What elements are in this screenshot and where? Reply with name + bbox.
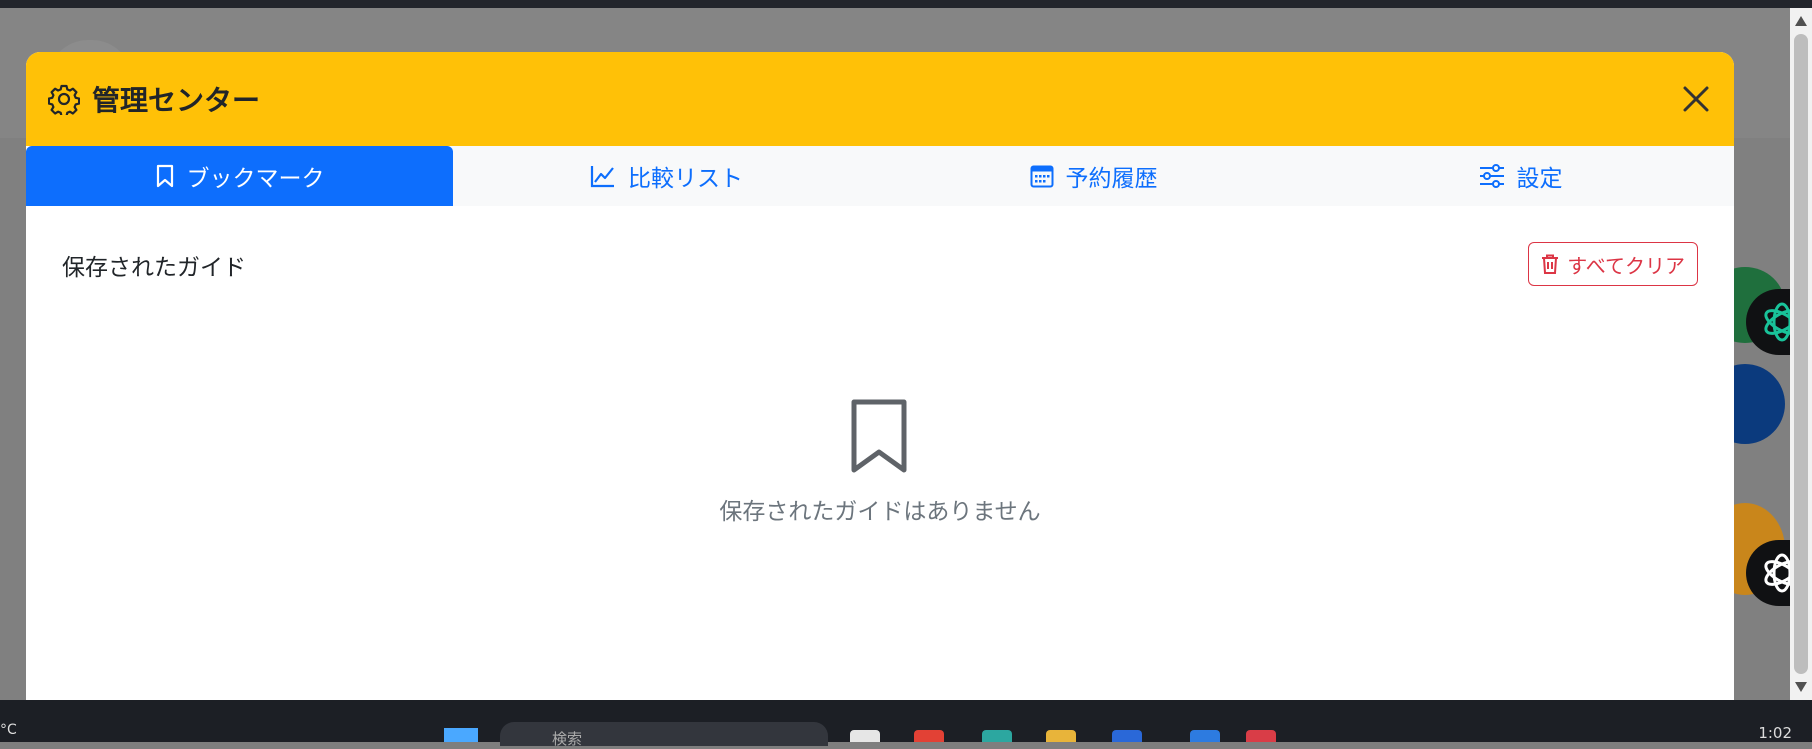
management-center-modal: 管理センター ブックマーク 比較リスト 予約履歴 設定 保存されたガイド すべて… [26, 52, 1734, 712]
tab-label: 比較リスト [628, 166, 743, 192]
section-title: 保存されたガイド [62, 255, 246, 281]
gear-icon [48, 84, 80, 115]
scroll-up-arrow-icon[interactable] [1795, 16, 1807, 26]
taskbar-search-box[interactable]: 検索 [500, 722, 828, 748]
tab-bar: ブックマーク 比較リスト 予約履歴 設定 [26, 146, 1734, 206]
scroll-down-arrow-icon[interactable] [1795, 682, 1807, 692]
bookmark-icon [156, 164, 173, 188]
page-scrollbar[interactable] [1790, 8, 1812, 700]
trash-icon [1542, 254, 1559, 274]
clear-all-label: すべてクリア [1567, 253, 1685, 278]
file-explorer-icon[interactable] [1046, 730, 1076, 742]
bookmarks-panel: 保存されたガイド すべてクリア 保存されたガイドはありません [26, 206, 1734, 712]
tab-label: ブックマーク [186, 166, 325, 192]
sliders-icon [1479, 164, 1504, 188]
close-icon[interactable] [1678, 81, 1714, 117]
taskbar-app-icon[interactable] [850, 730, 880, 742]
taskbar-app-icon[interactable] [1112, 730, 1142, 742]
windows-start-icon[interactable] [444, 728, 478, 742]
browser-top-bar [0, 0, 1812, 8]
taskbar-clock[interactable]: 1:02 [1758, 724, 1792, 742]
tab-settings[interactable]: 設定 [1307, 146, 1734, 206]
windows-taskbar: °C 検索 1:02 [0, 700, 1812, 748]
clear-all-button[interactable]: すべてクリア [1528, 242, 1698, 286]
empty-state-message: 保存されたガイドはありません [719, 499, 1041, 525]
weather-temperature[interactable]: °C [0, 722, 17, 738]
tab-compare-list[interactable]: 比較リスト [453, 146, 880, 206]
edge-icon[interactable] [982, 730, 1012, 742]
scrollbar-thumb[interactable] [1794, 34, 1808, 674]
modal-header: 管理センター [26, 52, 1734, 146]
calendar-icon [1030, 165, 1053, 188]
chart-line-icon [590, 166, 614, 188]
taskbar-app-icon[interactable] [1246, 730, 1276, 742]
tab-bookmarks[interactable]: ブックマーク [26, 146, 453, 206]
bookmark-icon [851, 399, 907, 473]
chrome-icon[interactable] [914, 730, 944, 742]
tab-label: 設定 [1516, 166, 1563, 192]
modal-title: 管理センター [92, 84, 261, 117]
tab-label: 予約履歴 [1065, 166, 1158, 192]
taskbar-app-icon[interactable] [1190, 730, 1220, 742]
tab-reservation-history[interactable]: 予約履歴 [880, 146, 1307, 206]
